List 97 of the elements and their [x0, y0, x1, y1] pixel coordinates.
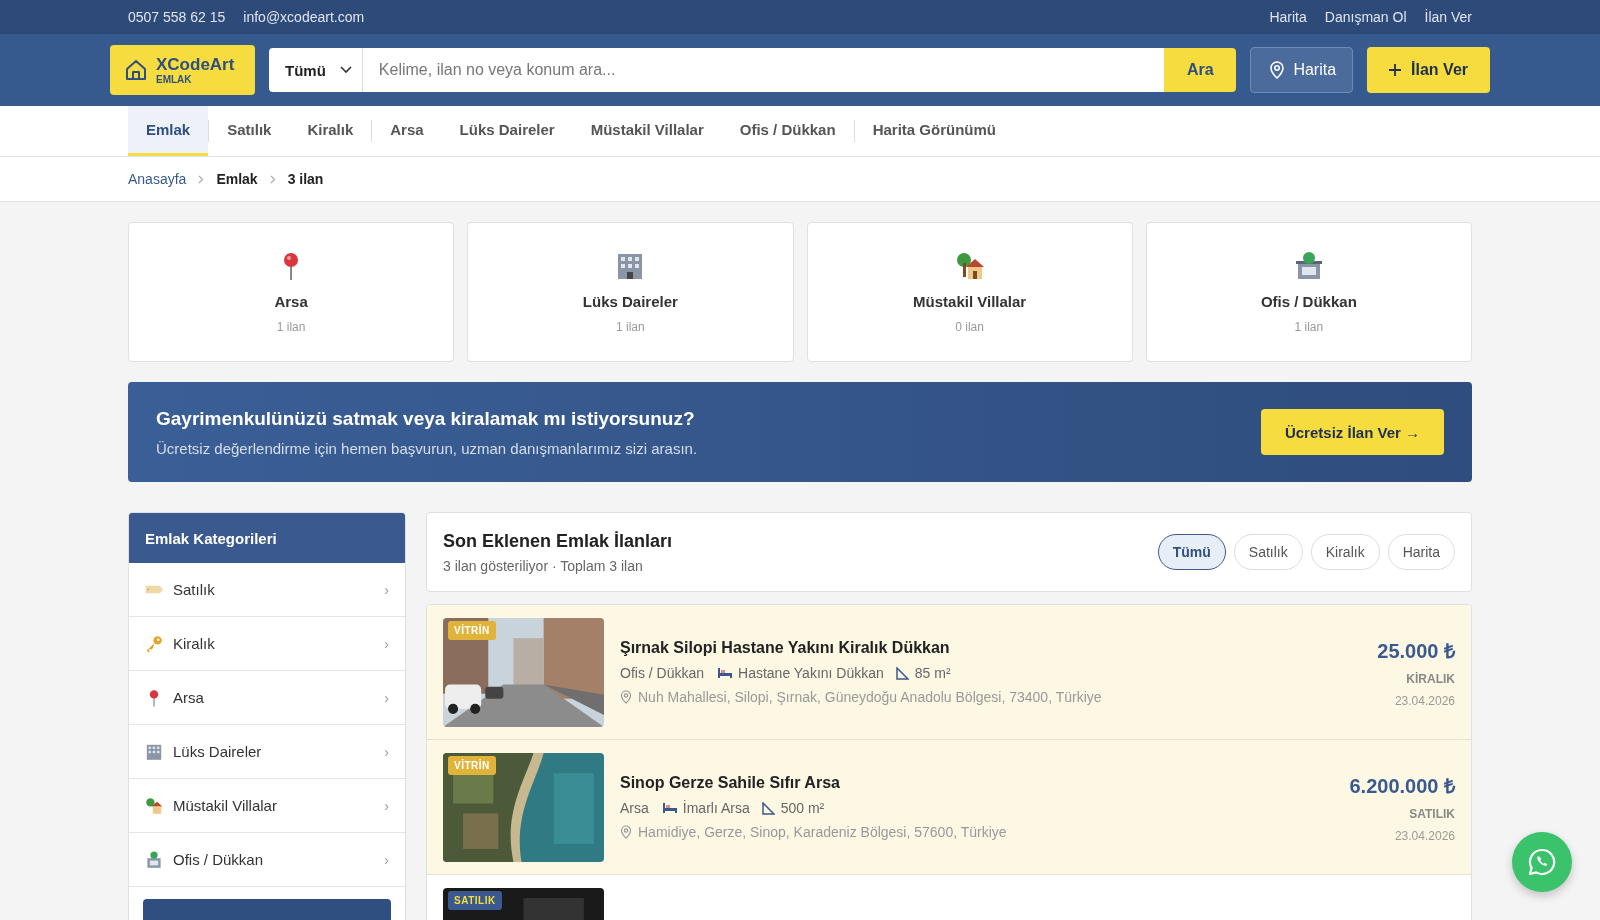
- category-card[interactable]: Lüks Daireler 1 ilan: [467, 222, 794, 362]
- listing-date: 23.04.2026: [1394, 828, 1455, 843]
- listing-type: SATILIK: [1409, 806, 1455, 821]
- chevron-right-icon: [269, 174, 276, 184]
- breadcrumb-item: 3 ilan: [287, 171, 324, 187]
- sidebar-item[interactable]: Lüks Daireler ›: [129, 725, 405, 779]
- sidebar-item[interactable]: Arsa ›: [129, 671, 405, 725]
- house-icon: [954, 250, 985, 281]
- phone-number: 0507 558 62 15: [128, 9, 226, 25]
- house-icon: [124, 58, 148, 82]
- bed-icon: [718, 668, 733, 678]
- listing-count: 1 ilan: [1294, 319, 1324, 334]
- listing-type: KİRALIK: [1406, 671, 1455, 686]
- listing-card[interactable]: VİTRİN Şırnak Silopi Hastane Yakını Kiralık Dükkan Ofis / Dükkan Hastane Yakını Dükkan 85 m² Nuh Mahallesi, Silopi, Şırnak, Güneydoğu Anadolu Bölgesi, 73400, Türkiye 25.000 ₺ KİRALIK 23.04.2026: [427, 605, 1471, 740]
- key-icon: [145, 634, 163, 653]
- chevron: ›: [384, 797, 389, 814]
- category-card[interactable]: Ofis / Dükkan 1 ilan: [1145, 222, 1472, 362]
- breadcrumb-link[interactable]: Anasayfa: [128, 171, 187, 187]
- ruler-icon: [761, 801, 775, 815]
- listing-feature: İmarlı Arsa: [682, 800, 750, 816]
- listing-count: 1 ilan: [616, 319, 645, 334]
- listing-card[interactable]: VİTRİN Sinop Gerze Sahile Sıfır Arsa Arsa İmarlı Arsa 500 m² Hamidiye, Gerze, Sinop, Karadeniz Bölgesi, 57600, Türkiye 6.200.000 ₺ SATILIK 23.04.2026: [427, 740, 1471, 875]
- chevron-right-icon: [198, 174, 205, 184]
- email-address: info@xcodeart.com: [243, 9, 365, 25]
- listing-price: 25.000 ₺: [1377, 638, 1455, 664]
- nav-tab[interactable]: Satılık: [209, 106, 290, 156]
- chevron: ›: [384, 689, 389, 706]
- filter-chip[interactable]: Kiralık: [1310, 534, 1380, 570]
- search-button[interactable]: Ara: [1164, 48, 1237, 92]
- logo-name: XCodeArt: [156, 55, 235, 73]
- chevron-down-icon: [339, 66, 352, 74]
- chat-button[interactable]: [1512, 832, 1572, 892]
- top-link[interactable]: İlan Ver: [1424, 9, 1472, 25]
- listing-area: 500 m²: [780, 800, 825, 816]
- top-link[interactable]: Danışman Ol: [1324, 9, 1407, 25]
- location-pin-icon: [620, 825, 632, 839]
- listing-area: 85 m²: [914, 665, 951, 681]
- top-link[interactable]: Harita: [1269, 9, 1307, 25]
- listing-price: 6.200.000 ₺: [1349, 773, 1455, 799]
- listing-address: Hamidiye, Gerze, Sinop, Karadeniz Bölgesi, 57600, Türkiye: [638, 824, 1007, 840]
- category-card[interactable]: Arsa 1 ilan: [128, 222, 455, 362]
- sidebar-title: Emlak Kategorileri: [129, 513, 405, 563]
- chevron: ›: [384, 851, 389, 868]
- logo-subtitle: EMLAK: [156, 74, 193, 85]
- sidebar-item[interactable]: Satılık ›: [129, 563, 405, 617]
- plus-icon: [1389, 64, 1402, 76]
- listing-feature: Hastane Yakını Dükkan: [738, 665, 884, 681]
- banner-text: Ücretsiz değerlendirme için hemen başvurun, uzman danışmanlarımız sizi arasın.: [156, 439, 698, 457]
- tag-icon: [145, 584, 163, 595]
- category-name: Müstakil Villalar: [913, 292, 1027, 310]
- sidebar-item[interactable]: Ofis / Dükkan ›: [129, 833, 405, 887]
- nav-tab[interactable]: Emlak: [128, 106, 209, 156]
- nav-tab[interactable]: Kiralık: [289, 106, 372, 156]
- breadcrumb-item: Emlak: [216, 171, 258, 187]
- sidebar-item[interactable]: Kiralık ›: [129, 617, 405, 671]
- listing-date: 23.04.2026: [1394, 693, 1455, 708]
- location-pin-icon: [1269, 61, 1286, 79]
- building-icon: [145, 742, 163, 761]
- filter-chip[interactable]: Harita: [1387, 534, 1455, 570]
- category-name: Lüks Daireler: [582, 292, 678, 310]
- listing-address: Nuh Mahallesi, Silopi, Şırnak, Güneydoğu Anadolu Bölgesi, 73400, Türkiye: [638, 689, 1102, 705]
- filter-chip[interactable]: Tümü: [1157, 534, 1226, 570]
- listing-title[interactable]: Sinop Gerze Sahile Sıfır Arsa: [620, 774, 1334, 792]
- bed-icon: [662, 803, 677, 813]
- listing-count: 0 ilan: [955, 319, 984, 334]
- nav-tab[interactable]: Müstakil Villalar: [572, 106, 722, 156]
- banner-title: Gayrimenkulünüzü satmak veya kiralamak mı istiyorsunuz?: [156, 407, 696, 430]
- listing-category: Arsa: [620, 800, 649, 816]
- chevron: ›: [384, 635, 389, 652]
- filter-chip[interactable]: Satılık: [1233, 534, 1303, 570]
- ruler-icon: [895, 666, 909, 680]
- office-icon: [1293, 250, 1324, 281]
- search-field[interactable]: Kelime, ilan no veya konum ara...: [362, 48, 1165, 92]
- chevron: ›: [384, 581, 389, 598]
- house-icon: [145, 796, 163, 815]
- post-listing-button[interactable]: İlan Ver: [1367, 47, 1490, 93]
- listing-count: 1 ilan: [276, 319, 306, 334]
- category-name: Ofis / Dükkan: [1260, 292, 1357, 310]
- office-icon: [145, 850, 163, 869]
- chat-bubble-icon: [1527, 847, 1557, 877]
- category-name: Arsa: [274, 292, 308, 310]
- chevron: ›: [384, 743, 389, 760]
- listing-category: Ofis / Dükkan: [620, 665, 705, 681]
- nav-tab[interactable]: Ofis / Dükkan: [721, 106, 854, 156]
- listing-summary: 3 ilan gösteriliyor · Toplam 3 ilan: [443, 557, 644, 574]
- category-card[interactable]: Müstakil Villalar 0 ilan: [806, 222, 1133, 362]
- sidebar-item[interactable]: Müstakil Villalar ›: [129, 779, 405, 833]
- nav-tab[interactable]: Lüks Daireler: [441, 106, 573, 156]
- map-button[interactable]: Harita: [1250, 47, 1354, 93]
- section-title: Son Eklenen Emlak İlanları: [443, 530, 673, 552]
- location-pin-icon: [620, 690, 632, 704]
- free-listing-button[interactable]: Ücretsiz İlan Ver →: [1260, 409, 1444, 455]
- nav-tab[interactable]: Harita Görünümü: [854, 106, 1014, 156]
- logo[interactable]: XCodeArt EMLAK: [110, 45, 255, 95]
- nav-tab[interactable]: Arsa: [372, 106, 442, 156]
- category-dropdown[interactable]: Tümü: [269, 48, 363, 92]
- listing-title[interactable]: Şırnak Silopi Hastane Yakını Kiralık Dükkan: [620, 639, 1362, 657]
